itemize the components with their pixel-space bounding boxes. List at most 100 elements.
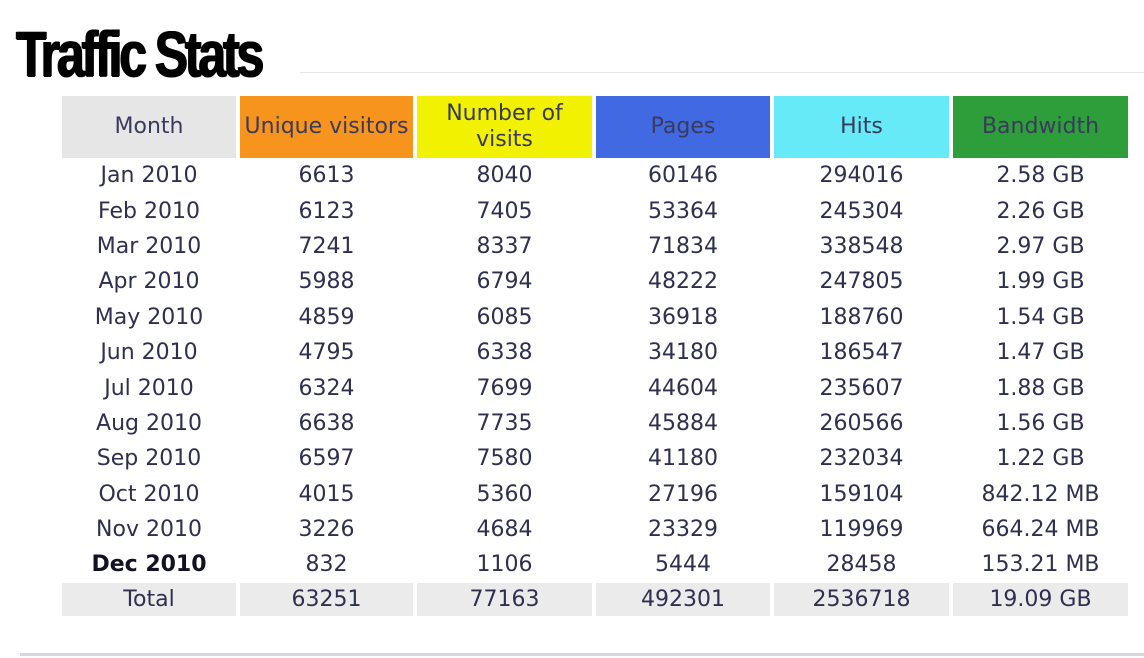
cell-pages: 34180: [648, 340, 718, 366]
cell-month: Aug 2010: [96, 410, 202, 436]
cell-bandwidth: 2.97 GB: [996, 233, 1085, 259]
cell-pages: 27196: [648, 481, 718, 507]
table-row: Nov 2010 3226 4684 23329 119969 664.24 MB: [62, 512, 1128, 547]
table-row: Dec 2010 832 1106 5444 28458 153.21 MB: [62, 547, 1128, 582]
cell-bandwidth: 1.99 GB: [996, 269, 1085, 295]
cell-pages: 60146: [648, 163, 718, 189]
bottom-divider: [20, 653, 1144, 656]
header-bandwidth: Bandwidth: [953, 96, 1128, 158]
header-hits: Hits: [774, 96, 949, 158]
cell-month: Jun 2010: [100, 340, 198, 366]
cell-number-of-visits: 6338: [476, 340, 533, 366]
cell-month: Sep 2010: [96, 446, 202, 472]
top-divider: [300, 72, 1144, 73]
cell-month: Jan 2010: [100, 163, 198, 189]
traffic-stats-page: Traffic Stats Month Unique visitors Numb…: [0, 0, 1144, 658]
cell-month: Nov 2010: [96, 517, 202, 543]
header-row: Month Unique visitors Number of visits P…: [62, 96, 1128, 158]
cell-hits: 28458: [826, 552, 897, 578]
cell-unique-visitors: 6638: [298, 410, 355, 436]
cell-bandwidth: 1.54 GB: [996, 304, 1085, 330]
cell-hits: 235607: [819, 375, 904, 401]
table-footer: Total 63251 77163 492301 2536718 19.09 G…: [62, 582, 1128, 616]
total-label: Total: [62, 582, 236, 616]
cell-month: May 2010: [94, 304, 204, 330]
cell-hits: 119969: [819, 517, 904, 543]
cell-bandwidth: 1.88 GB: [996, 375, 1085, 401]
header-pages: Pages: [596, 96, 770, 158]
cell-bandwidth: 842.12 MB: [981, 481, 1100, 507]
cell-hits: 186547: [819, 340, 904, 366]
cell-month: Mar 2010: [96, 233, 202, 259]
table-row: Apr 2010 5988 6794 48222 247805 1.99 GB: [62, 264, 1128, 299]
cell-bandwidth: 1.22 GB: [996, 446, 1085, 472]
cell-pages: 44604: [648, 375, 718, 401]
cell-hits: 338548: [819, 233, 904, 259]
header-number-of-visits: Number of visits: [417, 96, 592, 158]
cell-pages: 48222: [648, 269, 718, 295]
table-row: May 2010 4859 6085 36918 188760 1.54 GB: [62, 300, 1128, 335]
cell-unique-visitors: 6597: [298, 446, 355, 472]
cell-number-of-visits: 7580: [476, 446, 533, 472]
table-row: Jan 2010 6613 8040 60146 294016 2.58 GB: [62, 158, 1128, 193]
cell-month: Oct 2010: [98, 481, 200, 507]
table-row: Aug 2010 6638 7735 45884 260566 1.56 GB: [62, 406, 1128, 441]
cell-pages: 41180: [648, 446, 718, 472]
cell-bandwidth: 2.58 GB: [996, 163, 1085, 189]
header-unique-visitors: Unique visitors: [240, 96, 413, 158]
cell-number-of-visits: 6085: [476, 304, 533, 330]
cell-unique-visitors: 3226: [298, 517, 355, 543]
cell-number-of-visits: 1106: [476, 552, 533, 578]
table-header: Month Unique visitors Number of visits P…: [62, 96, 1128, 158]
cell-number-of-visits: 5360: [476, 481, 533, 507]
cell-hits: 245304: [819, 198, 904, 224]
cell-bandwidth: 2.26 GB: [996, 198, 1085, 224]
cell-unique-visitors: 6324: [298, 375, 355, 401]
table-row: Oct 2010 4015 5360 27196 159104 842.12 MB: [62, 477, 1128, 512]
cell-hits: 247805: [819, 269, 904, 295]
cell-hits: 188760: [819, 304, 904, 330]
table-body: Jan 2010 6613 8040 60146 294016 2.58 GB Feb 20…: [62, 158, 1128, 583]
cell-number-of-visits: 8040: [476, 163, 533, 189]
page-title: Traffic Stats: [16, 18, 264, 90]
cell-number-of-visits: 7405: [476, 198, 533, 224]
cell-number-of-visits: 7735: [476, 410, 533, 436]
cell-hits: 232034: [819, 446, 904, 472]
cell-unique-visitors: 832: [305, 552, 348, 578]
cell-bandwidth: 1.47 GB: [996, 340, 1085, 366]
cell-hits: 260566: [819, 410, 904, 436]
cell-unique-visitors: 4859: [298, 304, 355, 330]
total-unique-visitors: 63251: [240, 582, 413, 616]
cell-unique-visitors: 5988: [298, 269, 355, 295]
table-row: Jun 2010 4795 6338 34180 186547 1.47 GB: [62, 335, 1128, 370]
cell-bandwidth: 153.21 MB: [981, 552, 1100, 578]
total-number-of-visits: 77163: [417, 582, 592, 616]
total-bandwidth: 19.09 GB: [953, 582, 1128, 616]
cell-pages: 5444: [655, 552, 711, 578]
table-row: Jul 2010 6324 7699 44604 235607 1.88 GB: [62, 370, 1128, 405]
cell-unique-visitors: 4795: [298, 340, 355, 366]
cell-number-of-visits: 6794: [476, 269, 533, 295]
table-row: Sep 2010 6597 7580 41180 232034 1.22 GB: [62, 441, 1128, 476]
cell-number-of-visits: 7699: [476, 375, 533, 401]
cell-unique-visitors: 4015: [298, 481, 355, 507]
table-row: Feb 2010 6123 7405 53364 245304 2.26 GB: [62, 193, 1128, 228]
cell-month: Feb 2010: [98, 198, 200, 224]
cell-unique-visitors: 6613: [298, 163, 355, 189]
cell-number-of-visits: 4684: [476, 517, 533, 543]
cell-unique-visitors: 6123: [298, 198, 355, 224]
table-row: Mar 2010 7241 8337 71834 338548 2.97 GB: [62, 229, 1128, 264]
cell-bandwidth: 664.24 MB: [981, 517, 1100, 543]
traffic-stats-table: Month Unique visitors Number of visits P…: [58, 96, 1132, 616]
cell-number-of-visits: 8337: [476, 233, 533, 259]
cell-pages: 45884: [648, 410, 718, 436]
cell-bandwidth: 1.56 GB: [996, 410, 1085, 436]
header-month: Month: [62, 96, 236, 158]
cell-month: Apr 2010: [98, 269, 200, 295]
cell-hits: 294016: [819, 163, 904, 189]
total-hits: 2536718: [774, 582, 949, 616]
cell-month: Dec 2010: [91, 552, 207, 578]
cell-unique-visitors: 7241: [298, 233, 355, 259]
cell-pages: 23329: [648, 517, 718, 543]
total-row: Total 63251 77163 492301 2536718 19.09 G…: [62, 582, 1128, 616]
